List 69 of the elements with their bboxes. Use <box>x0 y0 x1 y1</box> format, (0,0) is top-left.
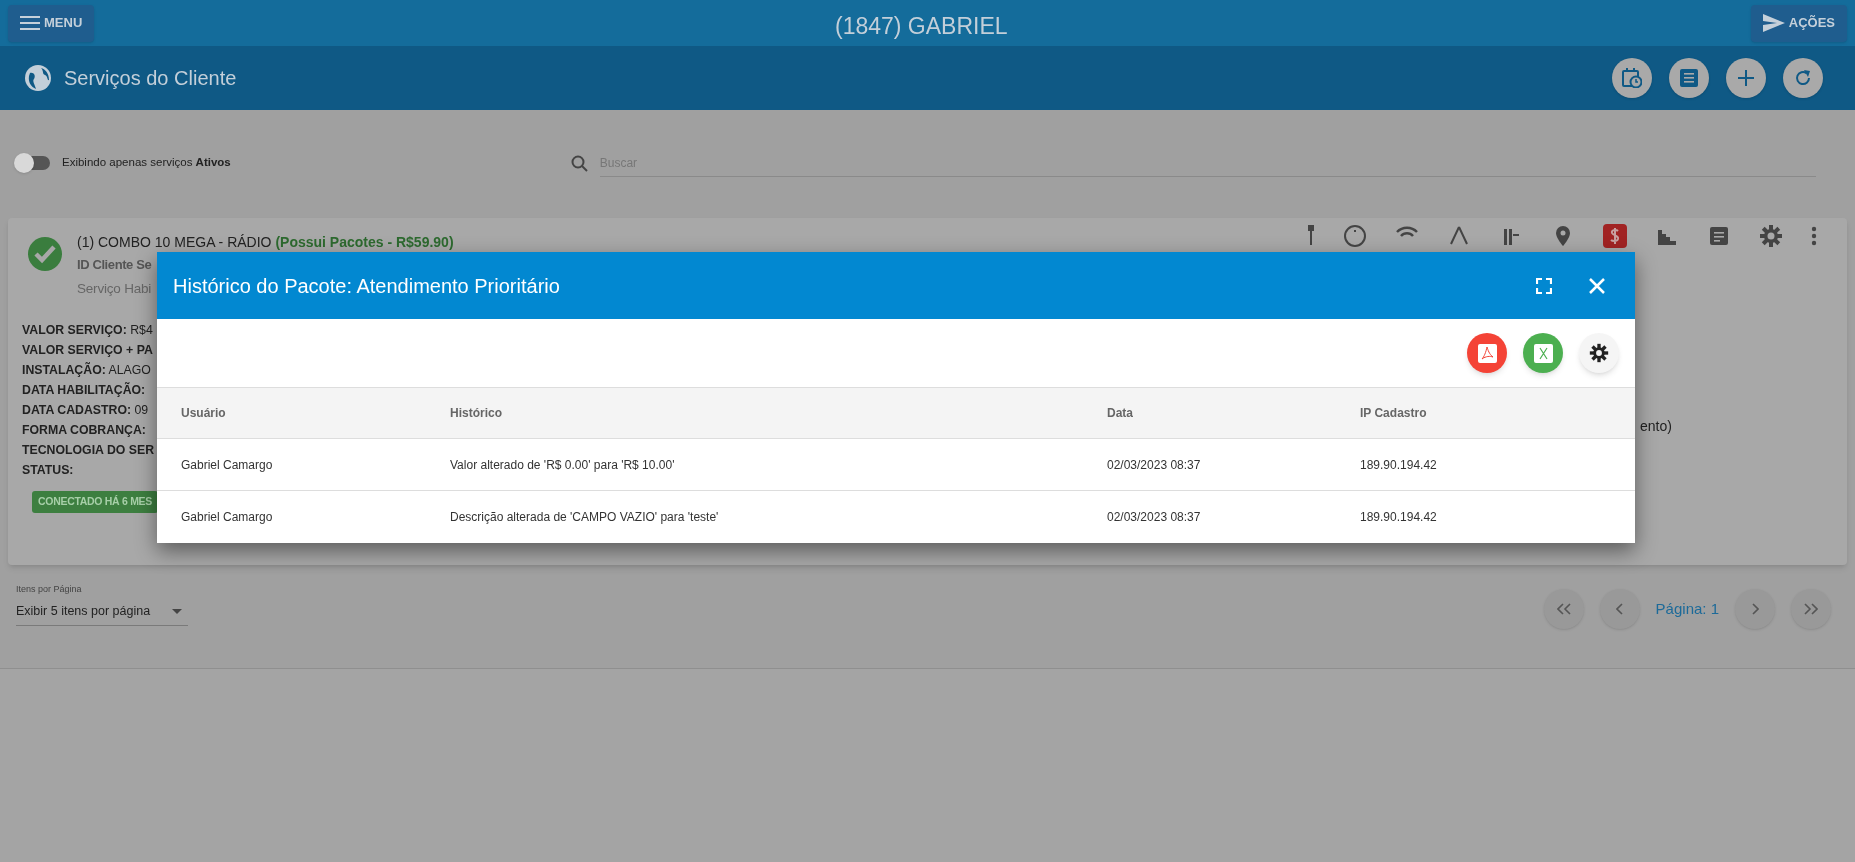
document-icon <box>1707 224 1731 248</box>
close-icon <box>1589 277 1605 294</box>
double-chevron-right-icon <box>1804 603 1818 615</box>
per-page-label: Itens por Página <box>16 583 83 596</box>
refresh-icon <box>1794 69 1812 87</box>
toggle-switch[interactable] <box>16 156 50 170</box>
info-icon <box>1343 224 1367 248</box>
wifi-icon <box>1395 224 1419 238</box>
first-page-button[interactable] <box>1543 589 1584 629</box>
table-cell-text: 02/03/2023 08:37 <box>1107 509 1202 526</box>
service-detail-line: TECNOLOGIA DO SER <box>22 442 155 459</box>
per-page-select[interactable]: Exibir 5 itens por página <box>16 598 188 626</box>
status-badge: CONECTADO HÁ 6 MES <box>32 491 158 513</box>
menu-icon <box>20 15 40 31</box>
service-detail-line: DATA HABILITAÇÃO: <box>22 381 146 399</box>
export-pdf-button[interactable] <box>1467 333 1507 373</box>
service-detail-line: VALOR SERVIÇO: R$4 <box>22 322 153 339</box>
service-status-text: Serviço Habi <box>77 280 152 298</box>
service-detail-line: INSTALAÇÃO: ALAGO <box>22 361 151 379</box>
double-chevron-left-icon <box>1556 603 1571 615</box>
globe-icon <box>24 64 52 92</box>
refresh-button[interactable] <box>1783 58 1823 98</box>
fullscreen-icon <box>1536 277 1552 294</box>
more-options-icon <box>1811 224 1817 248</box>
service-detail-line: STATUS: <box>22 462 74 479</box>
spreadsheet-icon <box>1533 343 1553 363</box>
export-excel-button[interactable] <box>1523 333 1563 373</box>
column-header: IP Cadastro <box>1360 405 1428 422</box>
list-icon <box>1680 69 1698 87</box>
settings-button[interactable] <box>1579 333 1619 373</box>
check-circle-icon <box>27 236 63 272</box>
service-detail-line: DATA CADASTRO: 09 <box>22 402 149 419</box>
settings-icon <box>1589 343 1609 363</box>
column-header: Histórico <box>450 405 503 422</box>
menu-button[interactable]: MENU <box>8 4 95 42</box>
filter-label: Exibindo apenas serviços Ativos <box>62 155 231 171</box>
service-title: (1) COMBO 10 MEGA - RÁDIO (Possui Pacotes - R$59.90) <box>77 233 454 252</box>
send-icon <box>1762 14 1785 32</box>
table-cell-text: Gabriel Camargo <box>181 456 274 474</box>
table-cell-text: Valor alterado de 'R$ 0.00' para 'R$ 10.00' <box>450 456 676 474</box>
list-button[interactable] <box>1669 58 1709 98</box>
dollar-icon <box>1603 224 1627 248</box>
page-title: Serviços do Cliente <box>64 66 237 91</box>
table-cell-text: 189.90.194.42 <box>1360 509 1438 526</box>
service-detail-line: VALOR SERVIÇO + PA <box>22 342 153 359</box>
column-header: Usuário <box>181 405 227 422</box>
plug-icon <box>1307 224 1315 246</box>
table-cell-text: 189.90.194.42 <box>1360 456 1438 474</box>
table-cell-text: Gabriel Camargo <box>181 509 274 526</box>
actions-button[interactable]: AÇÕES <box>1750 4 1847 42</box>
table-cell-text: Descrição alterada de 'CAMPO VAZIO' para 'teste' <box>450 509 720 526</box>
chevron-right-icon <box>1751 603 1759 615</box>
client-id-label: ID Cliente Se <box>77 256 152 274</box>
table-cell-text: 02/03/2023 08:37 <box>1107 456 1202 474</box>
last-page-button[interactable] <box>1791 589 1831 629</box>
plus-icon <box>1738 70 1754 86</box>
service-detail-text: ento) <box>1640 417 1672 436</box>
page-indicator: Página: 1 <box>1655 598 1719 619</box>
search-icon <box>570 154 588 172</box>
dialog-title: Histórico do Pacote: Atendimento Prioritário <box>173 273 560 299</box>
calendar-clock-icon <box>1622 68 1642 88</box>
calendar-clock-button[interactable] <box>1612 58 1652 98</box>
dropdown-caret-icon <box>172 609 182 614</box>
add-button[interactable] <box>1726 58 1766 98</box>
client-title: (1847) GABRIEL <box>835 12 1008 41</box>
service-detail-line: FORMA COBRANÇA: <box>22 422 146 439</box>
column-header: Data <box>1107 405 1134 422</box>
chevron-left-icon <box>1615 603 1624 615</box>
pdf-icon <box>1477 343 1497 363</box>
